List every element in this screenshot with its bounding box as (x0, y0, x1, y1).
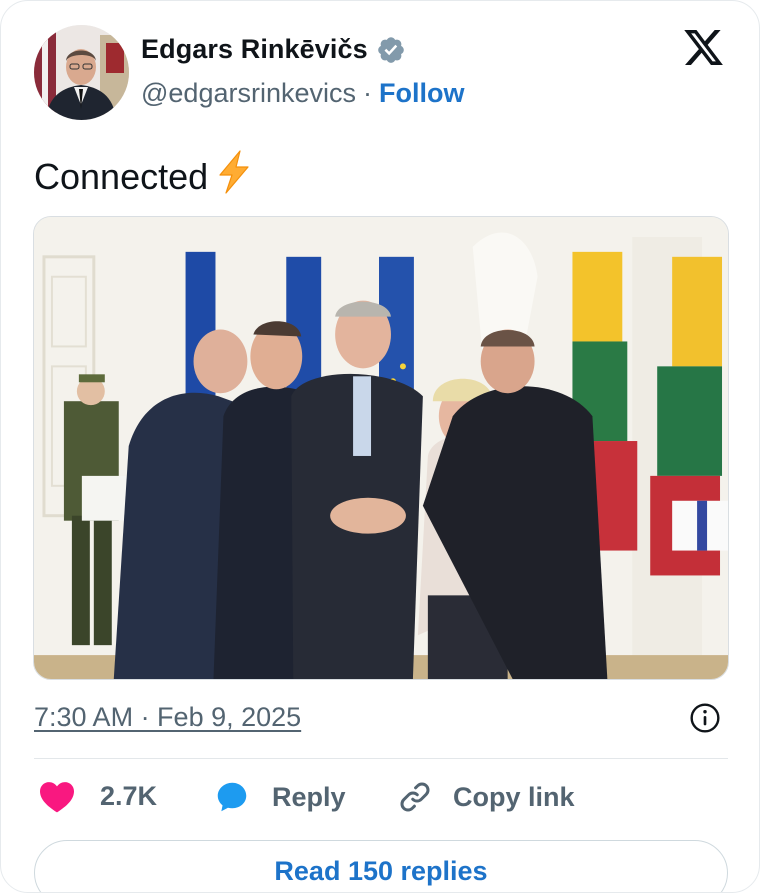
high-voltage-emoji (208, 148, 258, 205)
tweet-photo[interactable] (33, 216, 729, 680)
like-count: 2.7K (100, 780, 158, 811)
reply-label: Reply (272, 781, 346, 812)
verified-badge-icon (376, 35, 406, 65)
tweet-body: Connected (34, 155, 209, 197)
divider (34, 758, 728, 759)
link-icon (397, 779, 433, 815)
read-replies-label: Read 150 replies (274, 856, 488, 886)
author-name-row: Edgars Rinkēvičs (141, 34, 406, 65)
photo-image (34, 217, 728, 679)
read-replies-button[interactable]: Read 150 replies (34, 840, 728, 892)
copy-link-label: Copy link (453, 781, 575, 812)
author-handle[interactable]: @edgarsrinkevics (141, 78, 356, 109)
x-logo-icon[interactable] (681, 26, 726, 69)
tweet-timestamp[interactable]: 7:30 AM · Feb 9, 2025 (34, 702, 301, 733)
separator-dot: · (363, 78, 372, 108)
speech-bubble-icon (214, 779, 250, 815)
author-avatar[interactable] (34, 25, 129, 120)
info-icon[interactable] (689, 702, 721, 734)
heart-icon (38, 779, 76, 813)
like-button[interactable]: 2.7K (38, 779, 157, 813)
follow-button[interactable]: Follow (379, 78, 464, 109)
author-name[interactable]: Edgars Rinkēvičs (141, 34, 368, 65)
reply-button[interactable]: Reply (214, 779, 346, 815)
tweet-text: Connected (34, 148, 258, 205)
tweet-card: Edgars Rinkēvičs @edgarsrinkevics · Foll… (0, 0, 760, 893)
avatar-image (34, 25, 129, 120)
copy-link-button[interactable]: Copy link (397, 779, 575, 815)
author-handle-row: @edgarsrinkevics · Follow (141, 78, 464, 109)
